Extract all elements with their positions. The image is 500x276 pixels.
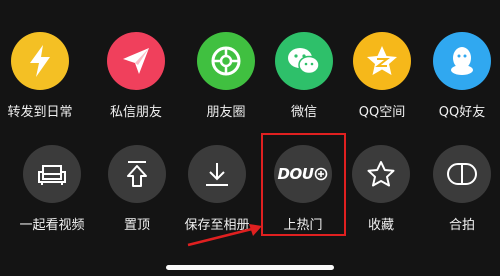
pin-top-icon [108,145,166,203]
qq-friends-label: QQ好友 [438,105,486,120]
qzone-icon [353,32,411,90]
share-row: 转发到日常 私信朋友 朋友圈 微信 QQ空间 QQ好友 [0,32,500,124]
share-to-daily-label: 转发到日常 [7,105,73,120]
home-indicator[interactable] [166,265,334,270]
highlight-box [261,133,346,236]
watch-together-button[interactable]: 一起看视频 [6,145,98,237]
duet-button[interactable]: 合拍 [416,145,500,237]
sofa-icon [23,145,81,203]
pin-top-button[interactable]: 置顶 [91,145,183,237]
pin-top-label: 置顶 [123,218,150,233]
favorite-button[interactable]: 收藏 [335,145,427,237]
duet-icon [433,145,491,203]
moments-icon [197,32,255,90]
lightning-icon [11,32,69,90]
wechat-icon [275,32,333,90]
private-message-button[interactable]: 私信朋友 [90,32,182,124]
qq-friends-button[interactable]: QQ好友 [416,32,500,124]
favorite-label: 收藏 [367,218,394,233]
paper-plane-icon [107,32,165,90]
private-message-label: 私信朋友 [109,105,162,120]
qq-icon [433,32,491,90]
qzone-button[interactable]: QQ空间 [336,32,428,124]
arrow-pointer-icon [187,224,262,247]
duet-label: 合拍 [448,218,475,233]
download-icon [188,145,246,203]
star-icon [352,145,410,203]
qzone-label: QQ空间 [358,105,406,120]
watch-together-label: 一起看视频 [19,218,85,233]
share-to-daily-button[interactable]: 转发到日常 [0,32,86,124]
